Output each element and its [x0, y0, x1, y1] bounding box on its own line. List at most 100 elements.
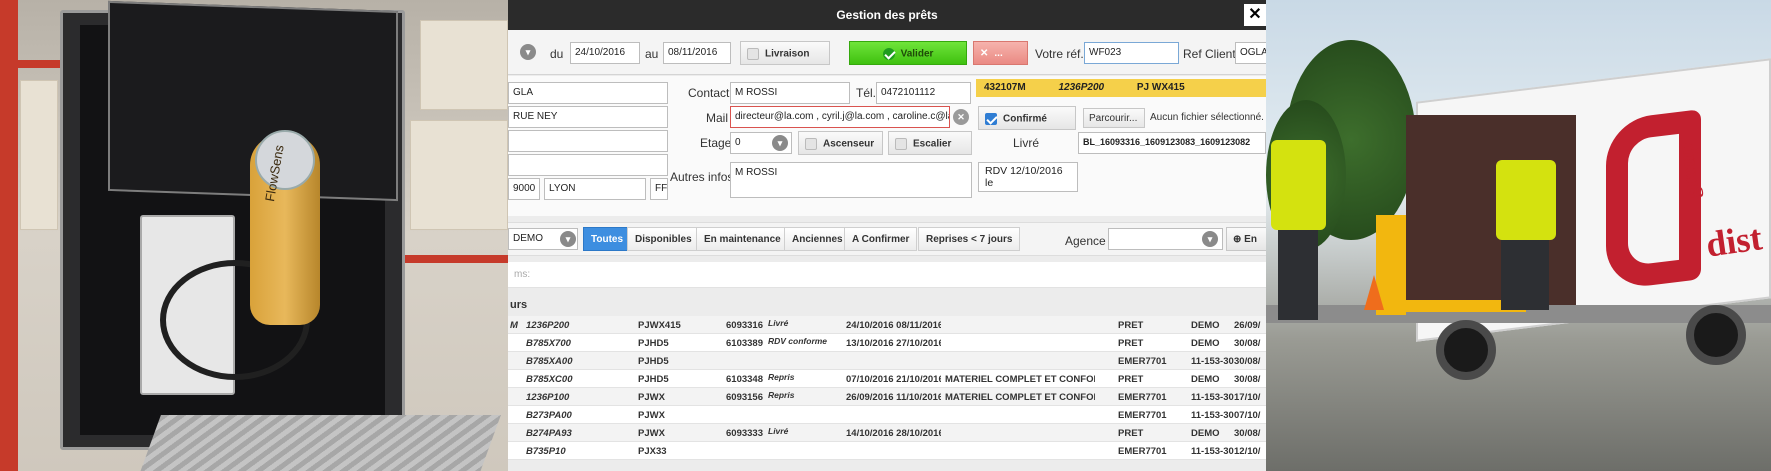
cell-date-start: 12/10/ [1234, 446, 1261, 457]
warehouse-rack [0, 60, 60, 68]
mail-input[interactable]: directeur@la.com , cyril.j@la.com , caro… [730, 106, 950, 128]
truck-logo-mark [1606, 109, 1701, 291]
rdv-field[interactable]: RDV 12/10/2016 le [978, 162, 1078, 192]
title-bar: Gestion des prêts ✕ [508, 0, 1266, 30]
address-input[interactable]: RUE NEY [508, 106, 668, 128]
tel-input[interactable]: 0472101112 [876, 82, 971, 104]
chevron-down-icon[interactable]: ▾ [520, 44, 536, 60]
window-title: Gestion des prêts [836, 8, 938, 22]
truck-wheel [1436, 320, 1496, 380]
table-row[interactable]: B785XC00 PJHD5 6103348 Repris 07/10/2016 21/… [508, 370, 1266, 388]
confirme-checkbox[interactable] [985, 113, 997, 125]
app-window: Gestion des prêts ✕ ▾ du 24/10/2016 au 0… [508, 0, 1266, 471]
tab-anciennes[interactable]: Anciennes [784, 227, 851, 251]
address3-input[interactable] [508, 154, 668, 176]
city-input[interactable]: LYON [544, 178, 646, 200]
livre-ref-input[interactable]: BL_16093316_1609123083_1609123082 [1078, 132, 1266, 154]
cell-bl: 6093333 [726, 428, 763, 439]
globe-button-label: En [1244, 234, 1257, 245]
cell-date-start: 30/08/ [1234, 338, 1261, 349]
contact-input[interactable]: M ROSSI [730, 82, 850, 104]
cell-type: EMER7701 [1118, 356, 1167, 367]
photo-equipment-case: FlowSens [0, 0, 508, 471]
cell-model: PJWX415 [638, 320, 681, 331]
ascenseur-label: Ascenseur [823, 138, 875, 150]
zip-input[interactable]: 9000 [508, 178, 540, 200]
cell-material: B785XC00 [526, 374, 573, 385]
parcourir-button[interactable]: Parcourir... [1083, 108, 1145, 128]
table-row[interactable]: M 1236P200 PJWX415 6093316 Livré 24/10/2016 0… [508, 316, 1266, 334]
table-row[interactable]: B273PA00 PJWX EMER7701 11-153-30 07/10/ [508, 406, 1266, 424]
cell-dates: 07/10/2016 21/10/2016 [846, 374, 941, 385]
photo-delivery-truck: dist group [1266, 0, 1771, 471]
rdv-line-2: le [985, 177, 994, 189]
ascenseur-checkbox[interactable] [805, 138, 817, 150]
cell-material: B785X700 [526, 338, 571, 349]
table-row[interactable]: B785X700 PJHD5 6103389 RDV conforme 13/10/20… [508, 334, 1266, 352]
chevron-down-icon[interactable]: ▾ [560, 231, 576, 247]
cell-type: PRET [1118, 320, 1144, 331]
file-status-text: Aucun fichier sélectionné. [1150, 112, 1264, 123]
ascenseur-toggle[interactable]: Ascenseur [798, 131, 883, 155]
contact-label: Contact [688, 86, 730, 100]
cell-material: B274PA93 [526, 428, 572, 439]
loading-ramp [139, 415, 501, 471]
cell-material: 1236P100 [526, 392, 570, 403]
address2-input[interactable] [508, 130, 668, 152]
livraison-toggle[interactable]: Livraison [740, 41, 830, 65]
warehouse-rack [0, 0, 18, 471]
cell-bl: 6093156 [726, 392, 763, 403]
ref-client-input[interactable]: OGLA [1235, 42, 1266, 64]
date-from-input[interactable]: 24/10/2016 [570, 42, 640, 64]
client-name-input[interactable]: GLA [508, 82, 668, 104]
cancel-button[interactable]: ✕... [973, 41, 1028, 65]
rdv-line-1: RDV 12/10/2016 [985, 165, 1063, 177]
confirme-toggle[interactable]: Confirmé [978, 106, 1076, 130]
search-input[interactable]: ms: [508, 262, 1266, 288]
autres-infos-textarea[interactable]: M ROSSI [730, 162, 972, 198]
cell-type: EMER7701 [1118, 410, 1167, 421]
table-row[interactable]: 1236P100 PJWX 6093156 Repris 26/09/2016 11/1… [508, 388, 1266, 406]
chevron-down-icon[interactable]: ▾ [1202, 231, 1218, 247]
cell-date-start: 30/08/ [1234, 374, 1261, 385]
escalier-toggle[interactable]: Escalier [888, 131, 972, 155]
warehouse-box [20, 80, 58, 230]
close-icon[interactable]: ✕ [1244, 4, 1266, 26]
banner-ref: PJ WX415 [1136, 82, 1185, 93]
worker-legs [1278, 230, 1318, 320]
date-to-input[interactable]: 08/11/2016 [663, 42, 731, 64]
clear-mail-icon[interactable]: ✕ [953, 109, 969, 125]
globe-button[interactable]: ⊕ En [1226, 227, 1266, 251]
cell-comment: MATERIEL COMPLET ET CONFORME [945, 374, 1095, 385]
tab-a-confirmer[interactable]: A Confirmer [844, 227, 918, 251]
tab-disponibles[interactable]: Disponibles [627, 227, 700, 251]
livraison-checkbox[interactable] [747, 48, 759, 60]
escalier-label: Escalier [913, 138, 952, 150]
chevron-down-icon[interactable]: ▾ [772, 135, 788, 151]
country-input[interactable]: FF [650, 178, 668, 200]
cell-material: B785XA00 [526, 356, 573, 367]
valider-button[interactable]: Valider [849, 41, 967, 65]
au-label: au [645, 47, 659, 61]
cell-status: Repris [768, 372, 795, 382]
cell-type: PRET [1118, 338, 1144, 349]
tab-reprises[interactable]: Reprises < 7 jours [918, 227, 1021, 251]
table-row[interactable]: B274PA93 PJWX 6093333 Livré 14/10/2016 28/10… [508, 424, 1266, 442]
cancel-label: ... [994, 48, 1003, 59]
tab-toutes[interactable]: Toutes [583, 227, 632, 251]
cell-dates: 14/10/2016 28/10/2016 [846, 428, 941, 439]
warehouse-box [420, 20, 508, 110]
votre-ref-label: Votre réf. [1035, 47, 1084, 61]
warehouse-box [410, 120, 508, 230]
cell-type: PRET [1118, 428, 1144, 439]
table-row[interactable]: B785XA00 PJHD5 EMER7701 11-153-30 30/08/ [508, 352, 1266, 370]
table-row[interactable]: B735P10 PJX33 EMER7701 11-153-30 12/10/ [508, 442, 1266, 460]
livre-label: Livré [1013, 136, 1040, 150]
votre-ref-input[interactable]: WF023 [1084, 42, 1179, 64]
loan-table: M 1236P200 PJWX415 6093316 Livré 24/10/2016 0… [508, 316, 1266, 460]
escalier-checkbox[interactable] [895, 138, 907, 150]
tab-en-maintenance[interactable]: En maintenance [696, 227, 789, 251]
cell-comment: MATERIEL COMPLET ET CONFORME [945, 392, 1095, 403]
cell-dates: 26/09/2016 11/10/2016 [846, 392, 941, 403]
cell-model: PJHD5 [638, 356, 669, 367]
